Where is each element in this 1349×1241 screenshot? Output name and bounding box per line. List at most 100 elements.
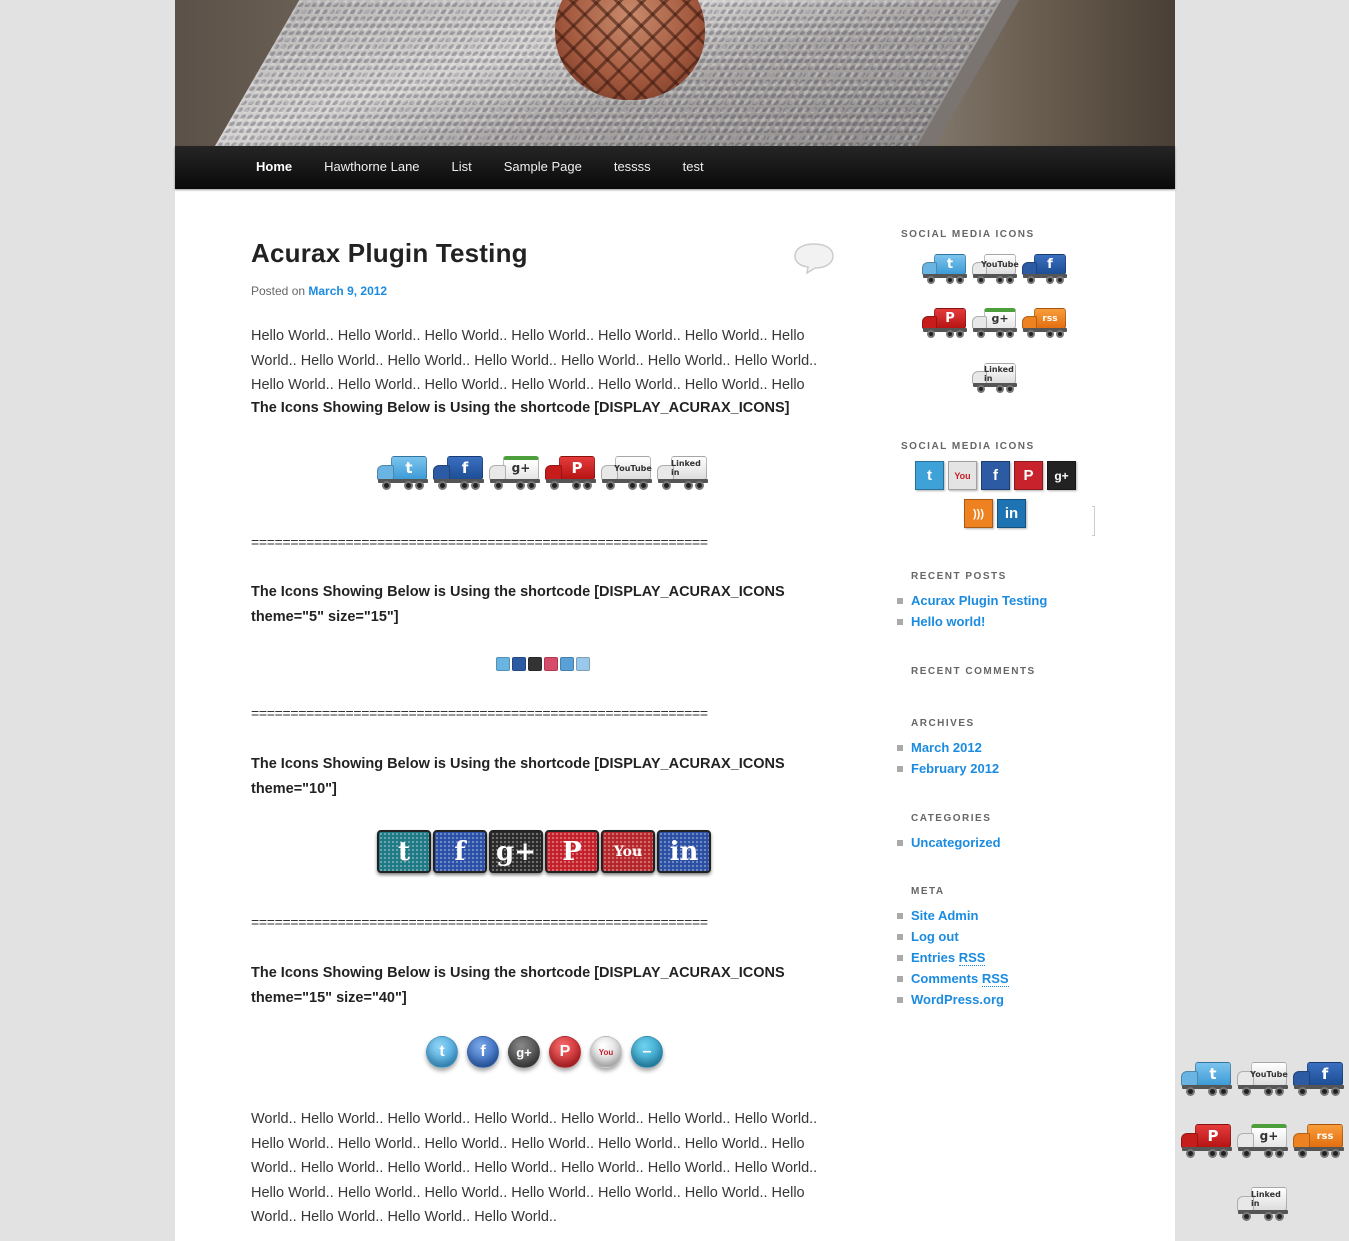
- wordpress-org-link[interactable]: WordPress.org: [897, 989, 1009, 1010]
- posted-on-label: Posted on: [251, 284, 306, 298]
- page: Home Hawthorne Lane List Sample Page tes…: [175, 0, 1175, 1241]
- truck-icon-row: t f g+ P YouTube Linked in: [377, 456, 709, 490]
- archives-list: March 2012 February 2012: [897, 737, 999, 779]
- recent-posts-list: Acurax Plugin Testing Hello world!: [897, 590, 1047, 632]
- recent-post-link[interactable]: Acurax Plugin Testing: [897, 590, 1047, 611]
- tiny-icon-row: [496, 657, 592, 671]
- gplus-tiny-icon[interactable]: [528, 657, 542, 671]
- nav-test[interactable]: test: [667, 146, 720, 188]
- pinterest-square-icon[interactable]: P: [1014, 461, 1043, 490]
- round-icon-row: t f g+ P You –: [426, 1036, 672, 1068]
- shortcode-heading-2-line1: The Icons Showing Below is Using the sho…: [251, 584, 785, 600]
- post-title[interactable]: Acurax Plugin Testing: [251, 238, 528, 269]
- shortcode-heading-2-line2: theme="5" size="15"]: [251, 609, 399, 625]
- site-admin-link[interactable]: Site Admin: [897, 905, 1009, 926]
- facebook-led-icon[interactable]: f: [433, 830, 487, 873]
- facebook-truck-icon[interactable]: f: [1022, 254, 1068, 284]
- archive-link[interactable]: March 2012: [897, 737, 999, 758]
- facebook-square-icon[interactable]: f: [981, 461, 1010, 490]
- rss-truck-icon[interactable]: rss: [1293, 1124, 1345, 1158]
- twitter-truck-icon[interactable]: t: [377, 456, 429, 490]
- nav-home[interactable]: Home: [240, 146, 308, 188]
- gplus-led-icon[interactable]: g+: [489, 830, 543, 873]
- header-image[interactable]: [175, 0, 1175, 146]
- gplus-square-icon[interactable]: g+: [1047, 461, 1076, 490]
- twitter-truck-icon[interactable]: t: [922, 254, 968, 284]
- linkedin-truck-icon[interactable]: Linked in: [657, 456, 709, 490]
- archive-link[interactable]: February 2012: [897, 758, 999, 779]
- pinterest-led-icon[interactable]: P: [545, 830, 599, 873]
- twitter-square-icon[interactable]: t: [915, 461, 944, 490]
- facebook-truck-icon[interactable]: f: [1293, 1062, 1345, 1096]
- meta-list: Site Admin Log out Entries RSS Comments …: [897, 905, 1009, 1010]
- youtube-led-icon[interactable]: You: [601, 830, 655, 873]
- gplus-round-icon[interactable]: g+: [508, 1036, 540, 1068]
- linkedin-led-icon[interactable]: in: [657, 830, 711, 873]
- pinterest-truck-icon[interactable]: P: [922, 308, 968, 338]
- widget-title-recent-posts: RECENT POSTS: [911, 571, 1007, 582]
- youtube-truck-icon[interactable]: YouTube: [601, 456, 653, 490]
- nav-tessss[interactable]: tessss: [598, 146, 667, 188]
- twitter-round-icon[interactable]: t: [426, 1036, 458, 1068]
- gplus-truck-icon[interactable]: g+: [489, 456, 541, 490]
- main-nav: Home Hawthorne Lane List Sample Page tes…: [175, 146, 1175, 189]
- pinterest-truck-icon[interactable]: P: [1181, 1124, 1233, 1158]
- floating-truck-row-1: t YouTube f: [1181, 1062, 1345, 1096]
- gplus-truck-icon[interactable]: g+: [1237, 1124, 1289, 1158]
- widget-title-social-2: SOCIAL MEDIA ICONS: [901, 441, 1035, 452]
- pinterest-tiny-icon[interactable]: [544, 657, 558, 671]
- linkedin-truck-icon[interactable]: Linked in: [972, 363, 1018, 393]
- sidebar-truck-row-3: Linked in: [972, 363, 1018, 393]
- separator-3: ========================================…: [251, 914, 708, 930]
- widget-title-meta: META: [911, 886, 945, 897]
- floating-truck-row-3: Linked in: [1237, 1187, 1289, 1221]
- facebook-truck-icon[interactable]: f: [433, 456, 485, 490]
- shortcode-heading-3-line1: The Icons Showing Below is Using the sho…: [251, 756, 785, 772]
- facebook-round-icon[interactable]: f: [467, 1036, 499, 1068]
- comment-bubble-icon[interactable]: [793, 242, 835, 274]
- pinterest-truck-icon[interactable]: P: [545, 456, 597, 490]
- pinterest-round-icon[interactable]: P: [549, 1036, 581, 1068]
- shortcode-heading-4-line2: theme="15" size="40"]: [251, 990, 407, 1006]
- recent-post-link[interactable]: Hello world!: [897, 611, 1047, 632]
- shortcode-heading-3-line2: theme="10"]: [251, 781, 337, 797]
- widget-title-social-1: SOCIAL MEDIA ICONS: [901, 229, 1035, 240]
- sidebar-truck-row-2: P g+ rss: [922, 308, 1068, 338]
- entries-rss-link[interactable]: Entries RSS: [897, 947, 1009, 968]
- post-date-link[interactable]: March 9, 2012: [308, 284, 387, 298]
- nav-hawthorne-lane[interactable]: Hawthorne Lane: [308, 146, 435, 188]
- category-link[interactable]: Uncategorized: [897, 832, 1001, 853]
- widget-title-recent-comments: RECENT COMMENTS: [911, 666, 1036, 677]
- widget-edge-bracket: [1092, 506, 1095, 536]
- separator-1: ========================================…: [251, 534, 708, 550]
- twitter-tiny-icon[interactable]: [496, 657, 510, 671]
- twitter-led-icon[interactable]: t: [377, 830, 431, 873]
- floating-truck-row-2: P g+ rss: [1181, 1124, 1345, 1158]
- facebook-tiny-icon[interactable]: [512, 657, 526, 671]
- nav-sample-page[interactable]: Sample Page: [488, 146, 598, 188]
- rss-square-icon[interactable]: ))): [964, 499, 993, 528]
- linkedin-tiny-icon[interactable]: [576, 657, 590, 671]
- log-out-link[interactable]: Log out: [897, 926, 1009, 947]
- sidebar-truck-row-1: t YouTube f: [922, 254, 1068, 284]
- nav-list[interactable]: List: [436, 146, 488, 188]
- intro-paragraph: Hello World.. Hello World.. Hello World.…: [251, 328, 818, 393]
- categories-list: Uncategorized: [897, 832, 1001, 853]
- separator-2: ========================================…: [251, 705, 708, 721]
- linkedin-round-icon[interactable]: –: [631, 1036, 663, 1068]
- youtube-tiny-icon[interactable]: [560, 657, 574, 671]
- shortcode-heading-1: The Icons Showing Below is Using the sho…: [251, 400, 790, 416]
- post-meta: Posted on March 9, 2012: [251, 284, 387, 298]
- youtube-round-icon[interactable]: You: [590, 1036, 622, 1068]
- youtube-truck-icon[interactable]: YouTube: [1237, 1062, 1289, 1096]
- twitter-truck-icon[interactable]: t: [1181, 1062, 1233, 1096]
- linkedin-truck-icon[interactable]: Linked in: [1237, 1187, 1289, 1221]
- linkedin-square-icon[interactable]: in: [997, 499, 1026, 528]
- sidebar-square-row-1: t You f P g+: [915, 461, 1080, 490]
- gplus-truck-icon[interactable]: g+: [972, 308, 1018, 338]
- rss-truck-icon[interactable]: rss: [1022, 308, 1068, 338]
- comments-rss-link[interactable]: Comments RSS: [897, 968, 1009, 989]
- outro-paragraph: World.. Hello World.. Hello World.. Hell…: [251, 1111, 818, 1225]
- youtube-truck-icon[interactable]: YouTube: [972, 254, 1019, 284]
- youtube-square-icon[interactable]: You: [948, 461, 977, 490]
